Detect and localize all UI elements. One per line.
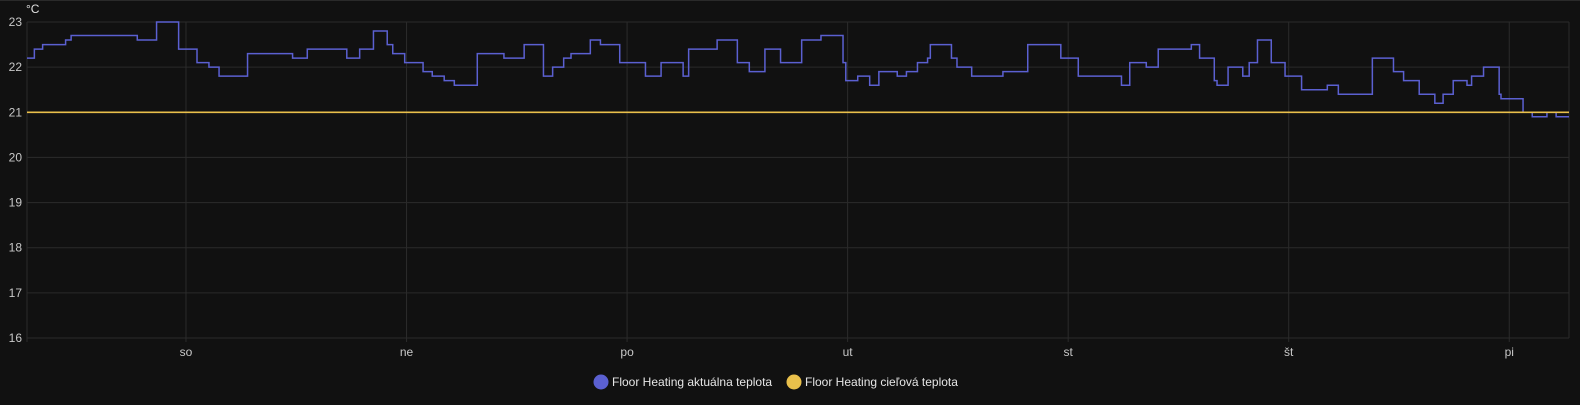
y-tick-label: 18 (9, 241, 23, 255)
x-axis: so ne po ut st št pi (180, 345, 1514, 359)
temperature-chart: °C 16 17 18 19 20 21 22 23 so ne po ut st št pi Floor… (0, 0, 1580, 390)
y-tick-label: 22 (9, 60, 23, 74)
x-tick-label: st (1063, 345, 1073, 359)
legend: Floor Heating aktuálna teplota Floor Heat… (593, 374, 959, 390)
y-tick-label: 17 (9, 286, 23, 300)
x-tick-label: pi (1505, 345, 1514, 359)
series-line-0 (27, 21, 1569, 118)
y-tick-label: 21 (9, 105, 23, 119)
y-tick-label: 20 (9, 150, 23, 164)
legend-item-1[interactable]: Floor Heating cieľová teplota (786, 374, 959, 390)
legend-label: Floor Heating cieľová teplota (805, 375, 958, 389)
legend-item-0[interactable]: Floor Heating aktuálna teplota (593, 374, 773, 390)
grid (26, 21, 1570, 342)
y-axis-unit: °C (26, 2, 40, 16)
legend-label: Floor Heating aktuálna teplota (612, 375, 772, 389)
x-tick-label: po (620, 345, 634, 359)
y-tick-label: 16 (9, 331, 23, 345)
series-layer (27, 21, 1569, 118)
x-tick-label: so (180, 345, 193, 359)
x-tick-label: ne (400, 345, 414, 359)
y-tick-label: 23 (9, 15, 23, 29)
x-tick-label: ut (843, 345, 854, 359)
x-tick-label: št (1284, 345, 1294, 359)
y-tick-label: 19 (9, 196, 23, 210)
y-axis: °C 16 17 18 19 20 21 22 23 (9, 2, 40, 345)
legend-swatch-icon (786, 374, 802, 390)
legend-swatch-icon (593, 374, 609, 390)
